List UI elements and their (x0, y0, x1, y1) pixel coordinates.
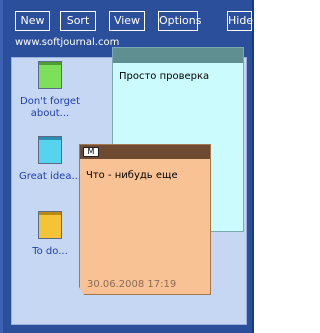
note-icon-strip (39, 137, 61, 140)
note-icon-strip (39, 62, 61, 65)
options-button[interactable]: Options (158, 11, 201, 31)
note-title-bar[interactable] (113, 48, 243, 63)
note-menu-button[interactable]: M (83, 147, 99, 157)
note-icon-strip (39, 212, 61, 215)
sticky-note-orange[interactable]: M Что - нибудь еще 30.06.2008 17:19 (79, 144, 211, 295)
icon-label-line1: To do... (32, 246, 68, 257)
icon-label-great-idea[interactable]: Great idea... (18, 171, 82, 183)
note-date: 30.06.2008 17:19 (87, 279, 177, 290)
note-text[interactable]: Просто проверка (119, 71, 209, 82)
view-button[interactable]: View (109, 11, 145, 31)
icon-label-line1: Great idea... (19, 171, 81, 182)
note-icon-blue[interactable] (38, 136, 62, 164)
site-url[interactable]: www.softjournal.com (15, 37, 119, 48)
new-button[interactable]: New (15, 11, 50, 31)
note-title-bar[interactable]: M (80, 145, 210, 159)
icon-label-dont-forget[interactable]: Don't forget about... (18, 96, 82, 120)
note-icon-green[interactable] (38, 61, 62, 89)
note-icon-yellow[interactable] (38, 211, 62, 239)
icon-label-line1: Don't forget (20, 96, 80, 107)
sort-button[interactable]: Sort (60, 11, 96, 31)
icon-label-line2: about... (30, 108, 70, 119)
note-text[interactable]: Что - нибудь еще (86, 170, 178, 181)
hide-button[interactable]: Hide (227, 11, 253, 31)
app-window: New Sort View Options Hide www.softjourn… (0, 0, 254, 333)
icon-label-to-do[interactable]: To do... (18, 246, 82, 258)
